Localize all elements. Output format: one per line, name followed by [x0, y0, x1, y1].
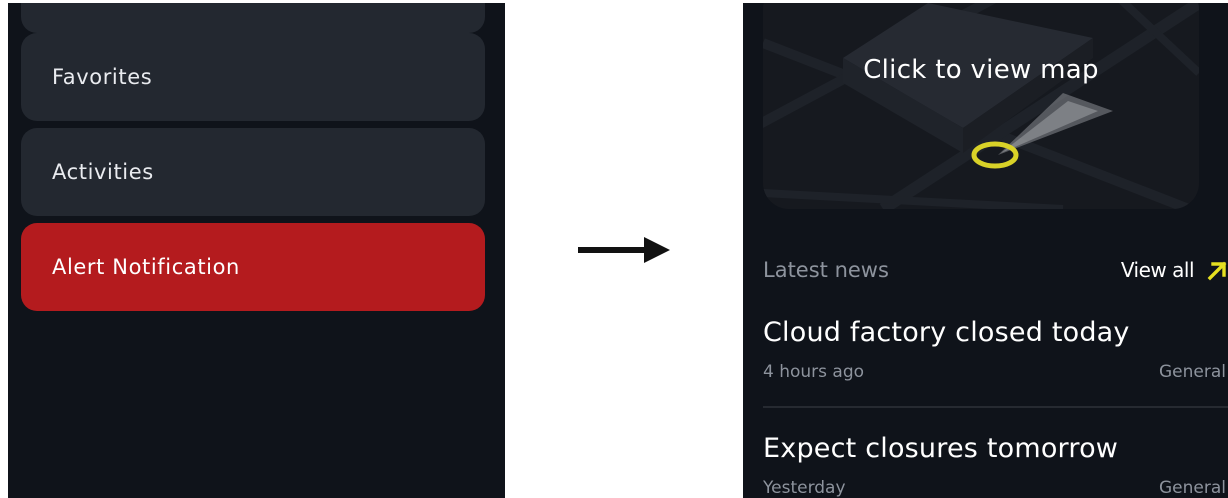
news-item[interactable]: Expect closures tomorrow Yesterday Gener…: [763, 433, 1228, 498]
menu-item-label: Favorites: [52, 65, 153, 89]
menu-screen: Favorites Activities Alert Notification: [8, 3, 505, 498]
news-time: Yesterday: [763, 478, 846, 498]
view-all-link[interactable]: View all: [1121, 258, 1228, 282]
right-arrow-icon: [578, 237, 670, 263]
menu-item-label: Alert Notification: [52, 255, 240, 279]
arrow-up-right-icon: [1207, 261, 1227, 281]
view-all-label: View all: [1120, 258, 1195, 282]
news-meta: 4 hours ago General: [763, 362, 1228, 386]
map-illustration: [763, 3, 1199, 209]
home-screen: Click to view map Latest news View all C…: [743, 3, 1228, 498]
menu-item-alert-notification[interactable]: Alert Notification: [21, 223, 485, 311]
news-title: Cloud factory closed today: [763, 317, 1130, 348]
news-meta: Yesterday General: [763, 478, 1228, 498]
map-preview-card[interactable]: Click to view map: [763, 3, 1199, 209]
map-title: Click to view map: [863, 55, 1099, 85]
news-header: Latest news View all: [763, 258, 1228, 288]
menu-item-activities[interactable]: Activities: [21, 128, 485, 216]
news-category: General: [1159, 478, 1226, 498]
menu-item-partial[interactable]: [21, 3, 485, 33]
section-label: Latest news: [763, 258, 889, 282]
menu-item-label: Activities: [52, 160, 154, 184]
news-item[interactable]: Cloud factory closed today 4 hours ago G…: [763, 317, 1228, 386]
news-category: General: [1159, 362, 1226, 382]
news-divider: [763, 406, 1228, 408]
news-time: 4 hours ago: [763, 362, 865, 382]
menu-item-favorites[interactable]: Favorites: [21, 33, 485, 121]
news-title: Expect closures tomorrow: [763, 433, 1119, 464]
